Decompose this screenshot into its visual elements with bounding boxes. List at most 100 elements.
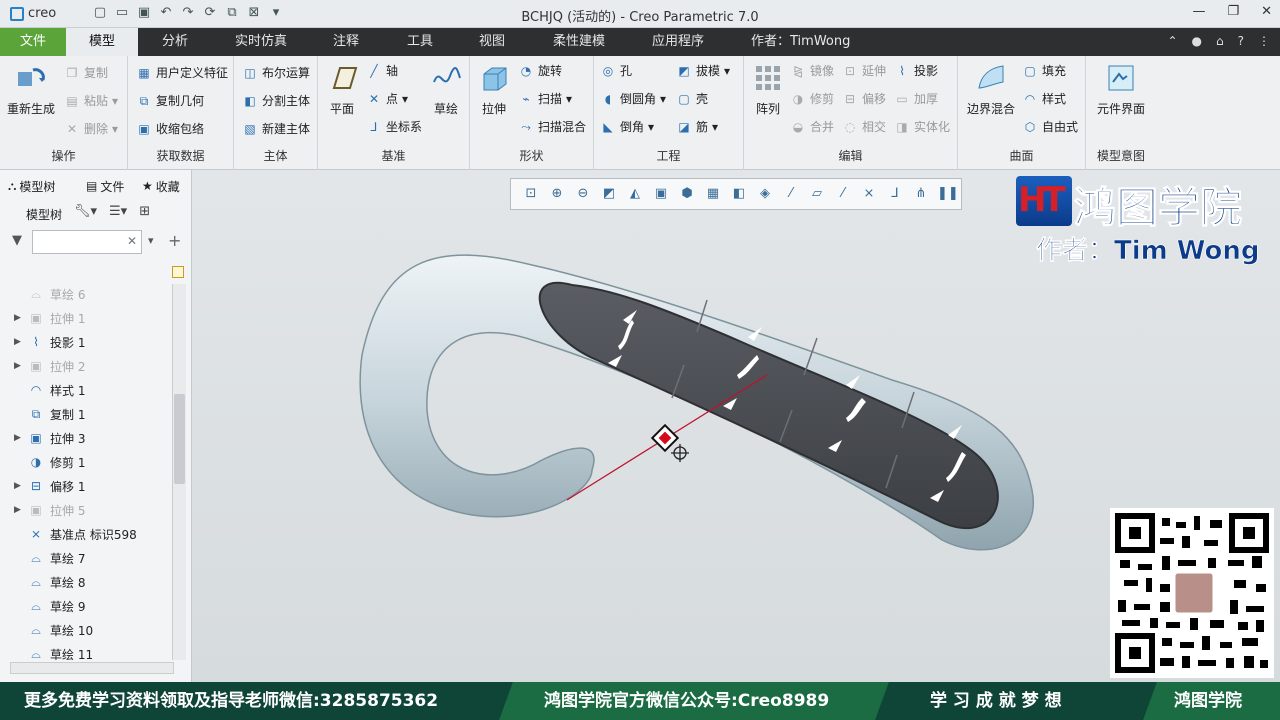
- tree-hscrollbar[interactable]: [10, 662, 174, 674]
- tree-item[interactable]: ⧉ 复制 1: [0, 402, 172, 426]
- sweep-button[interactable]: ⌁ 扫描 ▾: [518, 90, 572, 107]
- paste-button[interactable]: ▤ 粘贴 ▾: [64, 92, 118, 109]
- pause-icon[interactable]: ❚❚: [937, 184, 959, 204]
- tree-item[interactable]: ◑ 修剪 1: [0, 450, 172, 474]
- group-label-surfaces[interactable]: 曲面: [958, 147, 1085, 164]
- tree-item[interactable]: ⨯ 基准点 标识598: [0, 522, 172, 546]
- boundary-blend-button[interactable]: 边界混合: [962, 62, 1020, 117]
- plane-display-icon[interactable]: ▱: [807, 184, 827, 204]
- group-label-model-intent[interactable]: 模型意图: [1086, 147, 1156, 164]
- settings-icon[interactable]: ⋮: [1258, 34, 1270, 48]
- csys-display-icon[interactable]: ⅃: [885, 184, 905, 204]
- point-button[interactable]: ✕ 点 ▾: [366, 90, 408, 107]
- thicken-button[interactable]: ▭ 加厚: [894, 90, 938, 107]
- display-style-icon[interactable]: ▣: [651, 184, 671, 204]
- expand-arrow-icon[interactable]: ▶: [14, 433, 28, 443]
- annotation-display-icon[interactable]: ⋔: [911, 184, 931, 204]
- fill-button[interactable]: ▢ 填充: [1022, 62, 1066, 79]
- tab-annotate[interactable]: 注释: [319, 28, 373, 56]
- tab-simulation[interactable]: 实时仿真: [221, 28, 301, 56]
- tab-view[interactable]: 视图: [465, 28, 519, 56]
- drag-handle[interactable]: [650, 423, 680, 453]
- expand-arrow-icon[interactable]: ▶: [14, 481, 28, 491]
- freestyle-button[interactable]: ⬡ 自由式: [1022, 118, 1078, 135]
- expand-arrow-icon[interactable]: ▶: [14, 505, 28, 515]
- solidify-button[interactable]: ◨ 实体化: [894, 118, 950, 135]
- sketch-button[interactable]: 草绘: [426, 62, 466, 117]
- tree-item[interactable]: ▶ ▣ 拉伸 3: [0, 426, 172, 450]
- help-dropdown-icon[interactable]: ?: [1238, 34, 1244, 48]
- zoom-in-icon[interactable]: ⊕: [547, 184, 567, 204]
- repaint-icon[interactable]: ◩: [599, 184, 619, 204]
- rib-button[interactable]: ◪ 筋 ▾: [676, 118, 718, 135]
- copy-geometry-button[interactable]: ⧉ 复制几何: [136, 92, 204, 109]
- tree-item[interactable]: ⌓ 草绘 9: [0, 594, 172, 618]
- hole-button[interactable]: ◎ 孔: [600, 62, 632, 79]
- group-label-datum[interactable]: 基准: [318, 147, 469, 164]
- appearance-icon[interactable]: ◈: [755, 184, 775, 204]
- tab-model[interactable]: 模型: [66, 28, 138, 56]
- group-label-editing[interactable]: 编辑: [744, 147, 957, 164]
- draft-button[interactable]: ◩ 拔模 ▾: [676, 62, 730, 79]
- plane-button[interactable]: 平面: [322, 62, 362, 117]
- extrude-button[interactable]: 拉伸: [474, 62, 514, 117]
- copy-button[interactable]: ❐ 复制: [64, 64, 108, 81]
- expand-arrow-icon[interactable]: ▶: [14, 313, 28, 323]
- split-body-button[interactable]: ◧ 分割主体: [242, 92, 310, 109]
- expand-arrow-icon[interactable]: ▶: [14, 361, 28, 371]
- chamfer-button[interactable]: ◣ 倒角 ▾: [600, 118, 654, 135]
- tree-scroll-thumb[interactable]: [174, 394, 185, 484]
- group-label-body[interactable]: 主体: [234, 147, 317, 164]
- view-manager-icon[interactable]: ▦: [703, 184, 723, 204]
- swept-blend-button[interactable]: ⤳ 扫描混合: [518, 118, 586, 135]
- tree-item[interactable]: ⌓ 草绘 8: [0, 570, 172, 594]
- trim-button[interactable]: ◑ 修剪: [790, 90, 834, 107]
- tree-item[interactable]: ⌓ 草绘 11: [0, 642, 172, 660]
- datum-display-icon[interactable]: ⁄: [781, 184, 801, 204]
- group-label-get-data[interactable]: 获取数据: [128, 147, 233, 164]
- tree-item[interactable]: ▶ ▣ 拉伸 5: [0, 498, 172, 522]
- locate-icon[interactable]: [172, 266, 184, 278]
- tree-item[interactable]: ◠ 样式 1: [0, 378, 172, 402]
- community-icon[interactable]: ⌂: [1216, 34, 1224, 48]
- project-button[interactable]: ⌇ 投影: [894, 62, 938, 79]
- refit-icon[interactable]: ⊡: [521, 184, 541, 204]
- style-button[interactable]: ◠ 样式: [1022, 90, 1066, 107]
- mirror-button[interactable]: ⧎ 镜像: [790, 62, 834, 79]
- help-icon[interactable]: ●: [1192, 34, 1202, 48]
- regenerate-button[interactable]: 重新生成: [4, 62, 58, 117]
- delete-button[interactable]: ✕ 删除 ▾: [64, 120, 118, 137]
- earpiece-model[interactable]: [359, 254, 1035, 551]
- group-label-shapes[interactable]: 形状: [470, 147, 593, 164]
- group-label-operations[interactable]: 操作: [0, 147, 127, 164]
- saved-orientations-icon[interactable]: ⬢: [677, 184, 697, 204]
- extend-button[interactable]: ⊡ 延伸: [842, 62, 886, 79]
- minimize-icon[interactable]: —: [1192, 4, 1205, 19]
- tab-analysis[interactable]: 分析: [148, 28, 202, 56]
- tree-scrollbar[interactable]: [172, 284, 186, 660]
- tree-item[interactable]: ⌓ 草绘 10: [0, 618, 172, 642]
- tree-item[interactable]: ▶ ⊟ 偏移 1: [0, 474, 172, 498]
- perspective-icon[interactable]: ◭: [625, 184, 645, 204]
- csys-button[interactable]: ⅃ 坐标系: [366, 118, 422, 135]
- new-body-button[interactable]: ▧ 新建主体: [242, 120, 310, 137]
- tree-item[interactable]: ▶ ▣ 拉伸 2: [0, 354, 172, 378]
- tab-applications[interactable]: 应用程序: [638, 28, 718, 56]
- tab-flexible[interactable]: 柔性建模: [539, 28, 619, 56]
- zoom-out-icon[interactable]: ⊖: [573, 184, 593, 204]
- close-icon[interactable]: ✕: [1261, 4, 1272, 19]
- tree-item[interactable]: ⌓ 草绘 6: [0, 282, 172, 306]
- udf-button[interactable]: ▦ 用户定义特征: [136, 64, 228, 81]
- offset-button[interactable]: ⊟ 偏移: [842, 90, 886, 107]
- tree-item[interactable]: ▶ ▣ 拉伸 1: [0, 306, 172, 330]
- group-label-engineering[interactable]: 工程: [594, 147, 743, 164]
- tab-file[interactable]: 文件: [0, 28, 66, 56]
- point-display-icon[interactable]: ⨯: [859, 184, 879, 204]
- axis-display-icon[interactable]: ⁄: [833, 184, 853, 204]
- pattern-button[interactable]: 阵列: [748, 62, 788, 117]
- intersect-button[interactable]: ◌ 相交: [842, 118, 886, 135]
- merge-button[interactable]: ◒ 合并: [790, 118, 834, 135]
- tab-tools[interactable]: 工具: [393, 28, 447, 56]
- tree-item[interactable]: ▶ ⌇ 投影 1: [0, 330, 172, 354]
- revolve-button[interactable]: ◔ 旋转: [518, 62, 562, 79]
